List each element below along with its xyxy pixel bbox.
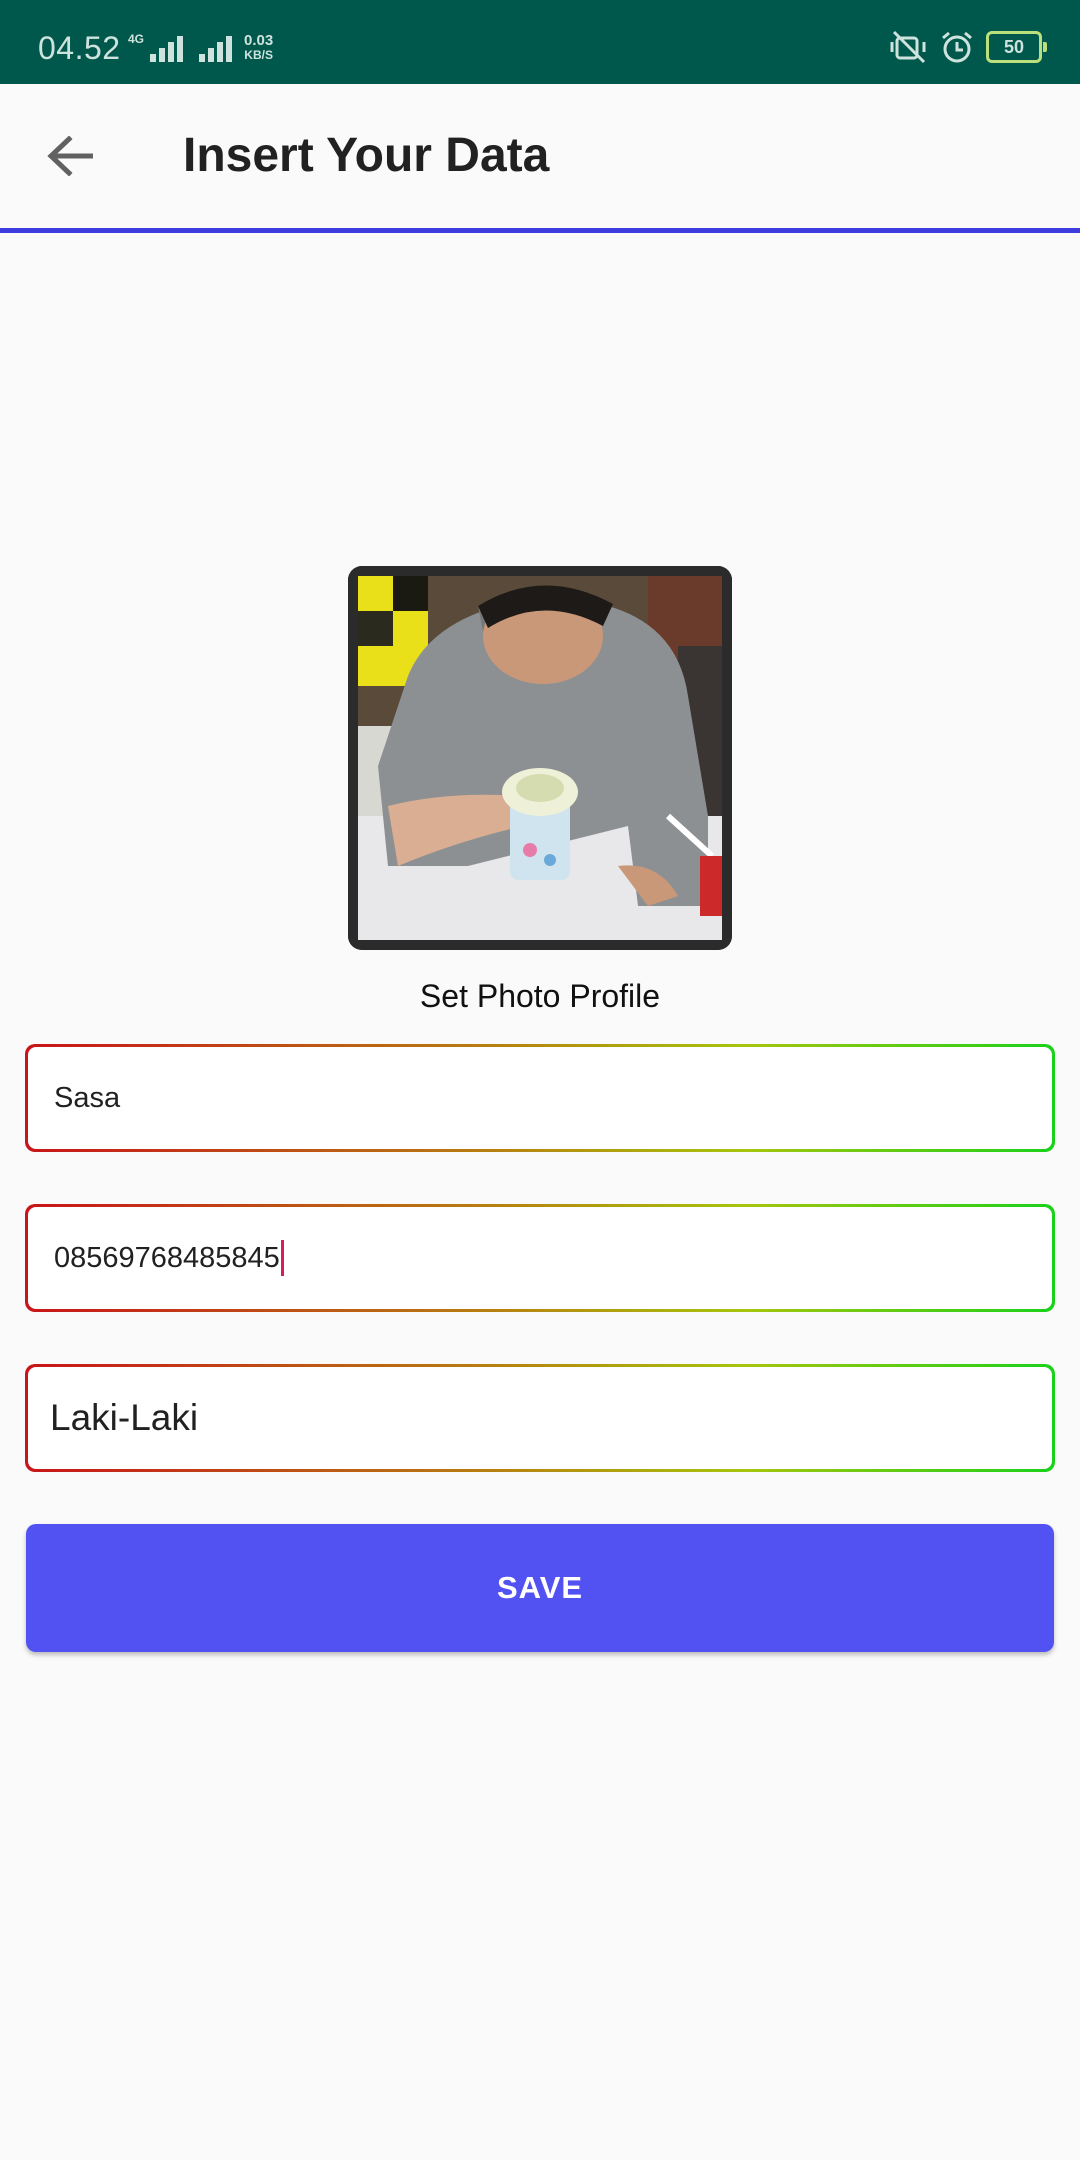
vibrate-off-icon [890,30,926,64]
back-button[interactable] [34,120,106,192]
status-time: 04.52 [38,30,121,66]
name-field[interactable]: Sasa [25,1044,1055,1152]
network-speed-unit: KB/S [244,48,273,62]
profile-photo[interactable] [348,566,732,950]
phone-field[interactable]: 08569768485845 [25,1204,1055,1312]
text-cursor [280,1240,284,1276]
network-speed-value: 0.03 [244,32,274,49]
status-system-icons: 50 [890,30,1047,64]
phone-field-value: 08569768485845 [54,1241,280,1274]
alarm-icon [942,31,972,63]
signal-strength-2-icon [199,36,233,62]
network-speed: 0.03 KB/S [244,32,274,62]
status-bar: 04.52 4G 0.03 KB/S 50 [0,0,1080,84]
app-bar: Insert Your Data [0,84,1080,233]
signal-strength-icon [150,36,184,62]
gender-field[interactable]: Laki-Laki [25,1364,1055,1472]
network-type-label: 4G [128,32,145,46]
phone-field-inner: 08569768485845 [28,1207,1052,1309]
save-button[interactable]: SAVE [26,1524,1054,1652]
gender-field-value: Laki-Laki [28,1367,1052,1469]
arrow-back-icon [47,136,93,176]
profile-photo-image [348,566,732,950]
page-title: Insert Your Data [183,129,550,182]
name-field-value: Sasa [28,1047,1052,1149]
screen: 04.52 4G 0.03 KB/S 50 Insert Your Data S… [0,0,1080,2160]
status-network-indicators: 4G 0.03 KB/S [128,32,274,62]
battery-icon: 50 [986,31,1047,63]
set-photo-profile-label[interactable]: Set Photo Profile [0,978,1080,1015]
